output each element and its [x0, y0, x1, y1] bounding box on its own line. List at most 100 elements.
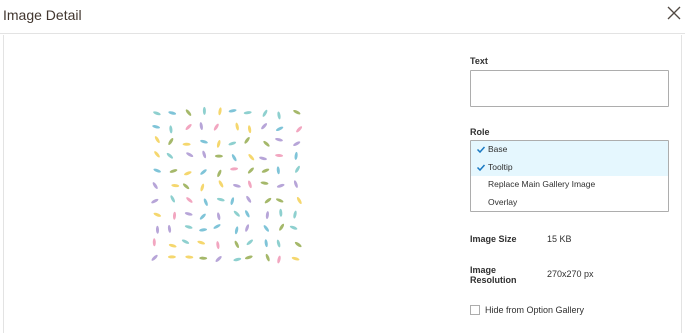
sprinkle-shape: [170, 195, 175, 203]
sprinkle-shape: [197, 240, 206, 245]
sprinkle-shape: [153, 111, 161, 116]
sprinkle-shape: [275, 153, 284, 158]
sprinkle-shape: [245, 210, 250, 218]
sprinkle-shape: [261, 168, 270, 173]
sprinkle-shape: [167, 255, 176, 259]
sprinkle-shape: [277, 255, 281, 264]
sprinkle-shape: [184, 212, 193, 216]
sprinkle-shape: [215, 256, 222, 262]
sprinkle-shape: [214, 154, 223, 158]
sprinkle-shape: [153, 212, 162, 217]
sprinkle-shape: [218, 180, 224, 188]
sprinkle-shape: [262, 109, 268, 117]
sprinkle-shape: [151, 254, 158, 261]
sprinkle-shape: [153, 168, 161, 173]
sprinkle-shape: [233, 257, 242, 262]
hide-from-gallery-checkbox[interactable]: [470, 305, 480, 315]
sprinkle-shape: [294, 151, 298, 160]
sprinkle-shape: [182, 183, 190, 190]
sprinkle-shape: [199, 256, 208, 260]
sprinkle-shape: [218, 107, 222, 116]
sprinkle-shape: [291, 256, 300, 261]
sprinkle-shape: [213, 224, 221, 229]
sprinkle-shape: [185, 124, 192, 130]
sprinkle-shape: [231, 154, 237, 162]
image-resolution-label-line1: Image: [470, 265, 497, 275]
role-option-replace-main-gallery-image[interactable]: Replace Main Gallery Image: [471, 176, 668, 194]
role-option-overlay[interactable]: Overlay: [471, 194, 668, 212]
modal-header: Image Detail: [0, 0, 685, 34]
sprinkle-shape: [276, 183, 285, 188]
sprinkle-shape: [155, 225, 160, 234]
check-icon: [476, 146, 486, 154]
sprinkle-shape: [216, 241, 220, 250]
sprinkle-shape: [230, 167, 239, 171]
sprinkle-shape: [213, 123, 219, 131]
image-size-label: Image Size: [470, 234, 517, 244]
role-multiselect[interactable]: Base Tooltip Replace Main Gallery Image …: [470, 140, 669, 212]
sprinkle-shape: [264, 239, 268, 248]
sprinkle-shape: [248, 154, 255, 161]
sprinkle-shape: [184, 171, 192, 176]
sprinkle-shape: [259, 156, 267, 161]
sprinkle-shape: [217, 212, 221, 221]
sprinkle-shape: [248, 180, 252, 189]
sprinkle-shape: [172, 211, 177, 220]
sprinkle-shape: [243, 111, 252, 115]
sprinkle-shape: [152, 182, 158, 190]
sprinkle-shape: [245, 224, 250, 232]
role-option-label: Base: [488, 144, 508, 154]
sprinkle-shape: [277, 111, 281, 120]
role-option-label: Overlay: [488, 196, 518, 207]
role-option-tooltip[interactable]: Tooltip: [471, 158, 668, 176]
sprinkle-shape: [152, 238, 156, 247]
sprinkle-shape: [246, 239, 254, 246]
close-button[interactable]: [664, 3, 684, 23]
sprinkle-shape: [185, 109, 192, 116]
sprinkle-shape: [233, 184, 241, 188]
sprinkle-shape: [295, 165, 300, 173]
sprinkle-shape: [279, 223, 285, 231]
sprinkle-shape: [169, 125, 173, 134]
sprinkle-shape: [244, 136, 250, 144]
sprinkle-shape: [154, 136, 160, 144]
role-option-base[interactable]: Base: [471, 141, 668, 159]
sprinkle-shape: [184, 225, 193, 229]
sprinkle-shape: [182, 142, 191, 146]
sprinkle-shape: [247, 167, 254, 174]
sprinkle-shape: [235, 122, 239, 131]
sprinkle-shape: [200, 169, 207, 175]
sprinkle-shape: [276, 239, 281, 248]
sprinkle-shape: [264, 197, 272, 204]
sprinkle-shape: [186, 152, 194, 158]
hide-from-gallery-label: Hide from Option Gallery: [485, 305, 585, 315]
sprinkle-shape: [202, 150, 207, 159]
sprinkle-shape: [244, 255, 253, 260]
sprinkle-shape: [279, 208, 283, 217]
sprinkle-shape: [263, 225, 269, 232]
sprinkle-shape: [294, 241, 302, 248]
sprinkle-shape: [199, 213, 206, 220]
text-input[interactable]: [470, 70, 669, 107]
sprinkle-shape: [289, 225, 298, 230]
sprinkle-shape: [296, 196, 302, 205]
sprinkle-shape: [186, 197, 193, 203]
product-image: [151, 106, 303, 264]
sprinkle-shape: [203, 198, 208, 206]
sprinkle-shape: [168, 243, 177, 248]
sprinkle-shape: [275, 137, 283, 142]
sprinkle-shape: [154, 151, 160, 158]
sprinkle-shape: [247, 125, 252, 134]
image-size-value: 15 KB: [547, 234, 572, 244]
sprinkle-shape: [216, 197, 225, 202]
role-label: Role: [470, 127, 490, 137]
sprinkle-shape: [293, 141, 301, 147]
sprinkle-shape: [293, 109, 301, 115]
sprinkle-shape: [151, 198, 159, 204]
sprinkle-shape: [166, 152, 174, 159]
modal-title: Image Detail: [3, 7, 82, 23]
sprinkle-shape: [199, 122, 203, 131]
sprinkle-shape: [167, 224, 172, 233]
sprinkle-shape: [234, 226, 239, 235]
sprinkle-shape: [200, 139, 208, 144]
